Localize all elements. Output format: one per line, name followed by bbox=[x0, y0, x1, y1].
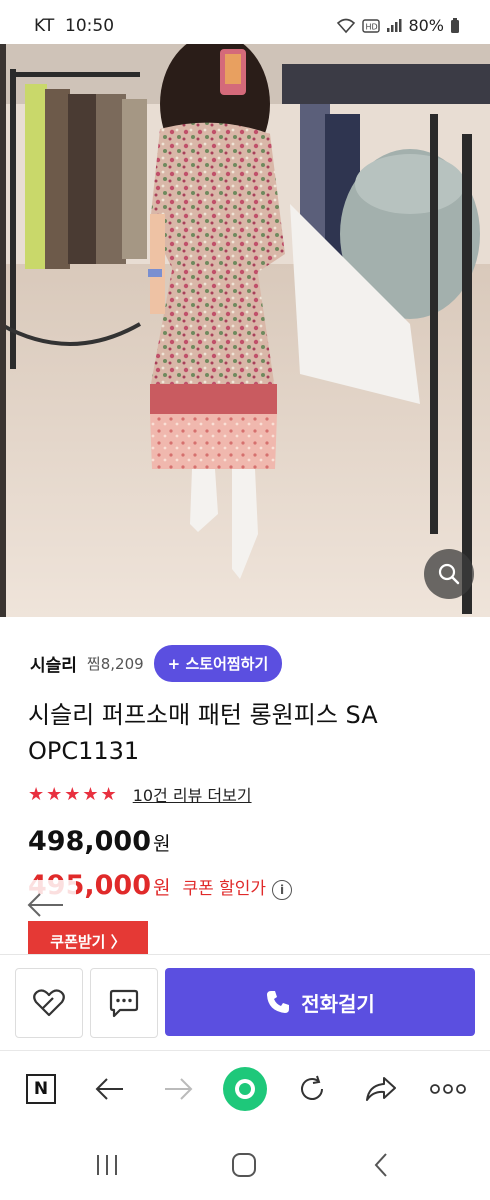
coupon-download-button[interactable]: 쿠폰받기 〉 bbox=[28, 921, 148, 955]
browser-toolbar: N bbox=[0, 1050, 490, 1129]
search-icon bbox=[438, 563, 460, 585]
wishlist-button[interactable] bbox=[15, 968, 83, 1038]
action-bar: 전화걸기 bbox=[0, 955, 490, 1050]
naver-n-label: N bbox=[33, 1079, 49, 1099]
product-image-carousel[interactable] bbox=[0, 44, 490, 617]
review-link[interactable]: 10건 리뷰 더보기 bbox=[133, 782, 252, 806]
share-icon bbox=[366, 1077, 396, 1101]
info-icon[interactable]: i bbox=[272, 880, 293, 900]
price-value: 498,000 bbox=[28, 826, 151, 857]
status-bar: KT 10:50 HD 80% bbox=[0, 0, 490, 44]
naver-home-button[interactable]: N bbox=[21, 1069, 61, 1109]
battery-percent: 80% bbox=[408, 16, 444, 35]
store-like-count: 찜8,209 bbox=[86, 655, 144, 673]
price-unit: 원 bbox=[152, 833, 171, 855]
clock: 10:50 bbox=[65, 16, 115, 36]
arrow-right-icon bbox=[165, 1078, 193, 1100]
refresh-icon bbox=[301, 1075, 323, 1100]
share-button[interactable] bbox=[361, 1069, 401, 1109]
arrow-left-icon bbox=[95, 1078, 123, 1100]
back-button[interactable] bbox=[90, 1069, 130, 1109]
star-rating: ★★★★★ bbox=[28, 783, 119, 805]
product-photo bbox=[0, 44, 490, 617]
recent-apps-button[interactable] bbox=[92, 1150, 122, 1180]
svg-text:HD: HD bbox=[366, 22, 378, 31]
battery-icon bbox=[451, 17, 459, 33]
naver-n-icon: N bbox=[26, 1074, 56, 1104]
store-name[interactable]: 시슬리 bbox=[30, 651, 77, 676]
arrow-left-icon bbox=[27, 893, 63, 917]
zoom-button[interactable] bbox=[424, 549, 474, 599]
chat-icon bbox=[109, 989, 139, 1018]
call-button[interactable]: 전화걸기 bbox=[165, 968, 475, 1036]
coupon-price-label: 쿠폰 할인가 bbox=[182, 879, 267, 899]
product-price: 498,000 원 bbox=[28, 826, 170, 857]
system-navigation-bar bbox=[0, 1128, 490, 1200]
green-dot-icon bbox=[223, 1067, 267, 1111]
forward-button[interactable] bbox=[158, 1069, 198, 1109]
status-carrier-time: KT 10:50 bbox=[34, 16, 114, 36]
more-icon bbox=[430, 1084, 466, 1094]
product-title: 시슬리 퍼프소매 패턴 롱원피스 SA OPC1131 bbox=[28, 701, 378, 765]
coupon-price-unit: 원 bbox=[152, 877, 171, 899]
store-row: 시슬리 찜8,209 + 스토어찜하기 bbox=[30, 645, 283, 682]
home-icon bbox=[232, 1153, 256, 1177]
refresh-button[interactable] bbox=[292, 1069, 332, 1109]
system-back-button[interactable] bbox=[366, 1150, 396, 1180]
status-icons: HD 80% bbox=[336, 16, 460, 35]
store-follow-button[interactable]: + 스토어찜하기 bbox=[153, 645, 283, 682]
more-button[interactable] bbox=[428, 1069, 468, 1109]
chevron-left-icon bbox=[374, 1153, 387, 1177]
home-button[interactable] bbox=[229, 1150, 259, 1180]
rating-row: ★★★★★ 10건 리뷰 더보기 bbox=[28, 782, 252, 806]
signal-icon bbox=[387, 18, 402, 32]
carrier: KT bbox=[34, 16, 55, 36]
phone-icon bbox=[267, 991, 290, 1013]
recent-apps-icon bbox=[97, 1155, 117, 1175]
chat-button[interactable] bbox=[90, 968, 158, 1038]
green-dot-button[interactable] bbox=[222, 1066, 268, 1112]
wifi-icon bbox=[337, 18, 356, 33]
heart-icon bbox=[33, 989, 65, 1017]
hd-icon: HD bbox=[362, 18, 381, 33]
call-button-label: 전화걸기 bbox=[301, 991, 375, 1016]
